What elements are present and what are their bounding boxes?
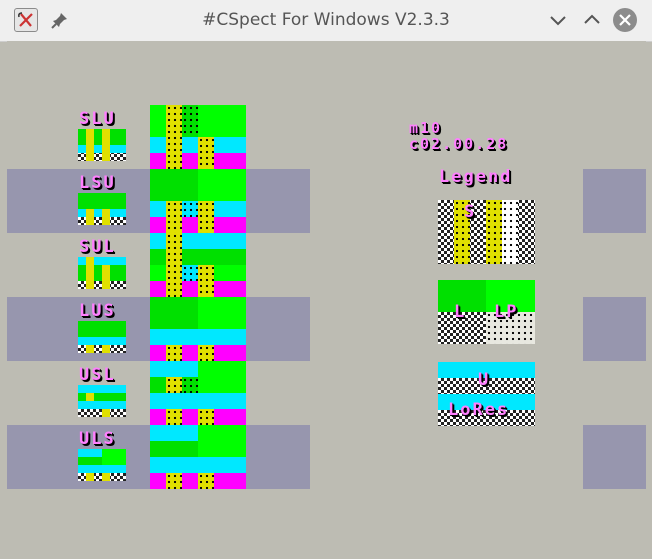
pin-icon[interactable] <box>50 10 70 30</box>
maximize-button[interactable] <box>580 8 604 32</box>
border-band <box>583 425 646 489</box>
layer-test-pattern-lus <box>150 297 246 361</box>
close-button[interactable] <box>613 8 637 32</box>
chevron-down-icon <box>550 16 566 26</box>
layer-order-icon-slu <box>78 129 126 161</box>
layer-test-pattern-slu <box>150 105 246 169</box>
cspect-app-icon[interactable] <box>14 8 38 32</box>
layer-test-pattern-uls <box>150 425 246 489</box>
border-band <box>583 169 646 233</box>
version-line-2: c02.00.28 <box>409 135 509 153</box>
legend-layer2-priority-label: LP <box>494 302 519 322</box>
layer-order-icon-uls <box>78 449 126 481</box>
legend-ula-lores: U LoRes <box>438 362 535 426</box>
layer-test-pattern-usl <box>150 361 246 425</box>
layer-test-pattern-sul <box>150 233 246 297</box>
minimize-button[interactable] <box>546 8 570 32</box>
border-band <box>583 297 646 361</box>
layer-order-icon-lsu <box>78 193 126 225</box>
layer-order-icon-lus <box>78 321 126 353</box>
emulator-screen[interactable]: SLU LSU SUL LUS USL ULS m10 c02.00.28 Le… <box>7 41 646 553</box>
layer-order-label-usl: USL <box>79 365 116 385</box>
legend-layer2: L LP <box>438 280 535 344</box>
layer-order-label-sul: SUL <box>79 237 116 257</box>
chevron-up-icon <box>584 14 600 24</box>
legend-sprites: S <box>438 200 535 264</box>
layer-order-icon-sul <box>78 257 126 289</box>
window-titlebar: #CSpect For Windows V2.3.3 <box>0 0 652 42</box>
layer-order-icon-usl <box>78 385 126 417</box>
legend-lores-label: LoRes <box>448 400 510 420</box>
legend-ula-label: U <box>478 370 491 390</box>
legend-layer2-label: L <box>454 302 467 322</box>
layer-order-label-slu: SLU <box>79 109 116 129</box>
layer-order-label-uls: ULS <box>79 429 116 449</box>
legend-title: Legend <box>439 167 513 187</box>
layer-order-label-lsu: LSU <box>79 173 116 193</box>
layer-test-pattern-lsu <box>150 169 246 233</box>
legend-sprites-label: S <box>464 202 477 222</box>
close-icon <box>619 14 631 26</box>
layer-order-label-lus: LUS <box>79 301 116 321</box>
